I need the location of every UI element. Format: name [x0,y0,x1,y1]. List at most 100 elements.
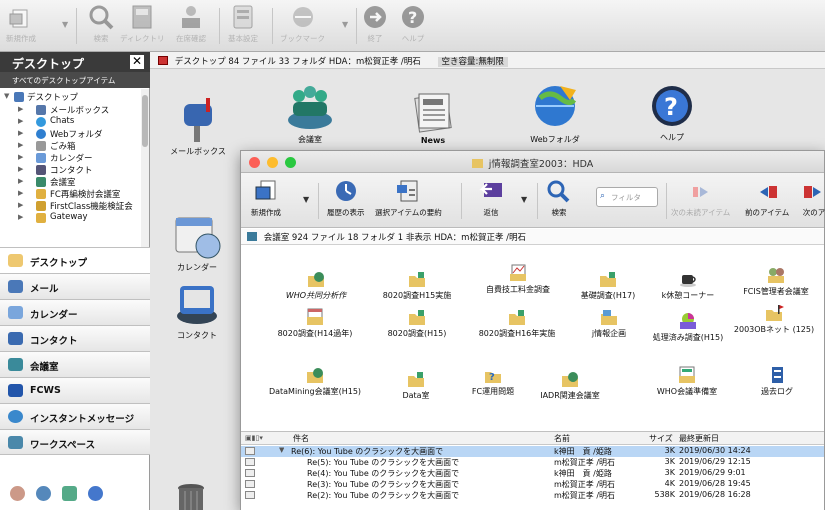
new-document-button[interactable]: 新規作成 [251,179,281,218]
folder-item[interactable]: 基礎調査(H17) [575,270,641,301]
folder-item[interactable]: DataMining会議室(H15) [265,366,365,397]
new-document-button[interactable]: 新規作成 [6,4,36,44]
nav-fcws[interactable]: FCWS [0,377,150,403]
trash-icon[interactable] [176,482,206,510]
next-unread-icon [692,187,708,197]
folder-item[interactable]: 8020調査(H14過年) [269,308,361,339]
folder-item[interactable]: 8020調査H15実施 [377,270,457,301]
message-row[interactable]: Re(2): You Tube のクラシックを大画面で m松賀正孝 /明石 53… [241,490,824,501]
nav-mail[interactable]: メール [0,273,150,299]
tree-expand-arrow[interactable]: ▶ [18,129,23,137]
tree-item-label: コンタクト [50,166,93,176]
desktop-item-conference[interactable]: 会議室 [280,82,340,145]
column-name-header[interactable]: 名前 [554,433,570,444]
folder-item[interactable]: FCIS管理者会議室 [733,266,819,297]
tree-expand-arrow[interactable]: ▶ [18,141,23,149]
search-button[interactable]: 検索 [88,4,114,44]
toolbar-divider [219,8,220,44]
nav-desktop[interactable]: デスクトップ [0,247,150,273]
folder-item[interactable]: Data室 [387,370,445,401]
search-button[interactable]: 検索 [546,179,572,218]
desktop-item-calendar[interactable]: カレンダー [164,212,230,273]
tree-expand-arrow[interactable]: ▶ [18,165,23,173]
folder-item[interactable]: 自費技工料金調査 [479,264,557,295]
folder-item[interactable]: 2003OBネット (125) [729,304,819,335]
history-button[interactable]: 履歴の表示 [327,179,365,218]
folder-label: 過去ログ [761,387,793,396]
person-icon[interactable] [10,486,25,501]
column-subject-header[interactable]: 件名 [293,433,309,444]
tree-scrollbar-thumb[interactable] [142,95,148,147]
folder-item[interactable]: WHO会議準備室 [645,366,729,397]
presence-button[interactable]: 在席確認 [176,4,206,44]
message-row[interactable]: ▼ Re(6): You Tube のクラシックを大画面で k神田 貢 /姫路 … [241,446,824,457]
next-item-icon [804,186,821,198]
message-size: 3K [664,457,675,466]
bookmark-menu-arrow[interactable]: ▼ [342,20,348,29]
folder-item[interactable]: k休憩コーナー [655,270,721,301]
folder-icon [600,272,616,287]
network-icon[interactable] [88,486,103,501]
message-row[interactable]: Re(5): You Tube のクラシックを大画面で m松賀正孝 /明石 3K… [241,457,824,468]
desktop-item-contact[interactable]: コンタクト [164,278,230,341]
folder-item[interactable]: 8020調査(H15) [379,308,455,339]
nav-instant-message[interactable]: インスタントメッセージ [0,403,150,429]
folder-item[interactable]: WHO共同分析作 [279,270,353,301]
new-document-menu-arrow[interactable]: ▼ [303,195,309,204]
exit-button[interactable]: 終了 [362,4,388,44]
nav-calendar[interactable]: カレンダー [0,299,150,325]
new-document-label: 新規作成 [6,34,36,43]
folder-item[interactable]: 8020調査H16年実施 [469,308,565,339]
next-item-button[interactable]: 次のア [801,179,825,218]
desktop-item-mailbox[interactable]: メールボックス [168,96,228,157]
tree-expand-arrow[interactable]: ▼ [4,92,9,100]
new-document-menu-arrow[interactable]: ▼ [62,20,68,29]
nav-conference[interactable]: 会議室 [0,351,150,377]
folder-item[interactable]: 過去ログ [747,366,807,397]
sidebar-close-button[interactable]: ✕ [130,55,144,69]
tree-expand-arrow[interactable]: ▶ [18,153,23,161]
group-icon[interactable] [62,486,77,501]
summary-button[interactable]: 選択アイテムの要約 [375,179,442,218]
message-row[interactable]: Re(4): You Tube のクラシックを大画面で k神田 貢 /姫路 3K… [241,468,824,479]
folder-item[interactable]: j情報企画 [581,308,637,339]
next-unread-button[interactable]: 次の未読アイテム [671,179,730,218]
reply-button[interactable]: 返信 [478,179,504,218]
tree-expand-arrow[interactable]: ▶ [18,201,23,209]
folder-label: IADR関連会議室 [540,391,600,400]
folder-item[interactable]: 処理済み調査(H15) [645,312,731,343]
filter-input[interactable]: ⌕ フィルタ [596,187,658,207]
window-zoom-button[interactable] [285,157,296,168]
tree-expand-arrow[interactable]: ▶ [18,189,23,197]
column-date-header[interactable]: 最終更新日 [679,433,719,444]
tree-scrollbar[interactable] [141,89,149,249]
tree-expand-arrow[interactable]: ▶ [18,117,23,125]
column-icons-header[interactable]: ▣▮▯▾ [245,434,263,442]
previous-item-icon [760,186,778,198]
directory-button[interactable]: ディレクトリ [120,4,164,44]
message-row[interactable]: Re(3): You Tube のクラシックを大画面で m松賀正孝 /明石 4K… [241,479,824,490]
desktop-item-web-folder[interactable]: Webフォルダ [520,80,590,145]
reply-menu-arrow[interactable]: ▼ [521,195,527,204]
previous-item-button[interactable]: 前のアイテム [745,179,789,218]
nav-workspace[interactable]: ワークスペース [0,429,150,455]
column-size-header[interactable]: サイズ [649,433,673,444]
folder-item[interactable]: IADR関連会議室 [533,370,607,401]
desktop-item-help[interactable]: ? ヘルプ [644,82,700,143]
desktop-item-news[interactable]: News [405,88,461,145]
globe-icon[interactable] [36,486,51,501]
nav-contact[interactable]: コンタクト [0,325,150,351]
tree-expand-arrow[interactable]: ▶ [18,105,23,113]
tree-expand-arrow[interactable]: ▶ [18,177,23,185]
window-title-bar[interactable]: j情報調査室2003：HDA [241,151,824,173]
thread-collapse-arrow[interactable]: ▼ [279,446,284,454]
settings-button[interactable]: 基本設定 [228,4,258,44]
folder-label: 2003OBネット (125) [733,325,815,334]
window-close-button[interactable] [249,157,260,168]
tree-expand-arrow[interactable]: ▶ [18,213,23,221]
help-button[interactable]: ? ヘルプ [400,4,426,44]
message-author: m松賀正孝 /明石 [554,491,616,500]
bookmark-button[interactable]: ブックマーク [280,4,325,44]
window-minimize-button[interactable] [267,157,278,168]
folder-item[interactable]: ? FC運用問題 [459,366,527,397]
